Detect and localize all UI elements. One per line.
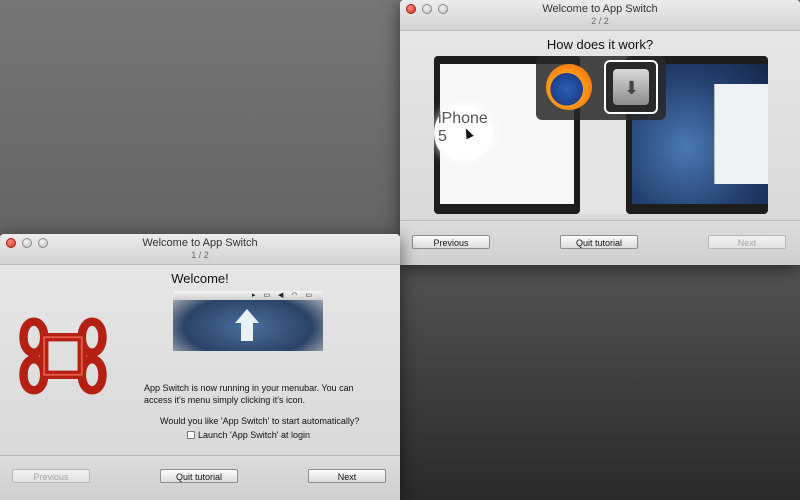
titlebar[interactable]: Welcome to App Switch 1 / 2 [0,234,400,265]
page-heading: Welcome! [171,271,229,286]
previous-button[interactable]: Previous [412,235,490,249]
autostart-question: Would you like 'App Switch' to start aut… [160,416,360,426]
how-it-works-illustration: iPhone 5 ⬇ [434,54,768,214]
menubar-illustration: ▸ ▭ ◀ ◠ ▭ [173,291,323,351]
next-button[interactable]: Next [308,469,386,483]
window-title: Welcome to App Switch [142,237,258,249]
magnifier-illustration: iPhone 5 [434,102,496,164]
tutorial-window-page-2: Welcome to App Switch 2 / 2 How does it … [400,0,800,265]
previous-button[interactable]: Previous [12,469,90,483]
selected-app-frame: ⬇ [604,60,658,114]
window-title: Welcome to App Switch [542,3,658,15]
titlebar[interactable]: Welcome to App Switch 2 / 2 [400,0,800,31]
intro-text-line-1: App Switch is now running in your menuba… [144,383,354,393]
firefox-icon [546,64,592,110]
app-switch-logo-icon [19,317,107,395]
tutorial-window-page-1: Welcome to App Switch 1 / 2 Welcome! ▸ ▭… [0,234,400,500]
page-heading: How does it work? [546,37,654,52]
intro-text-line-2: access it's menu simply clicking it's ic… [144,395,305,405]
app-switcher-illustration: ⬇ [536,56,666,120]
next-button[interactable]: Next [708,235,786,249]
launch-at-login-checkbox[interactable] [187,431,195,439]
menubar-icons: ▸ ▭ ◀ ◠ ▭ [173,291,323,300]
download-arrow-icon: ⬇ [624,78,640,98]
finder-window-illustration [714,84,768,184]
up-arrow-icon [235,309,259,323]
launch-at-login-label[interactable]: Launch 'App Switch' at login [198,429,310,441]
quit-tutorial-button[interactable]: Quit tutorial [160,469,238,483]
page-indicator: 2 / 2 [591,16,609,26]
quit-tutorial-button[interactable]: Quit tutorial [560,235,638,249]
page-indicator: 1 / 2 [191,250,209,260]
